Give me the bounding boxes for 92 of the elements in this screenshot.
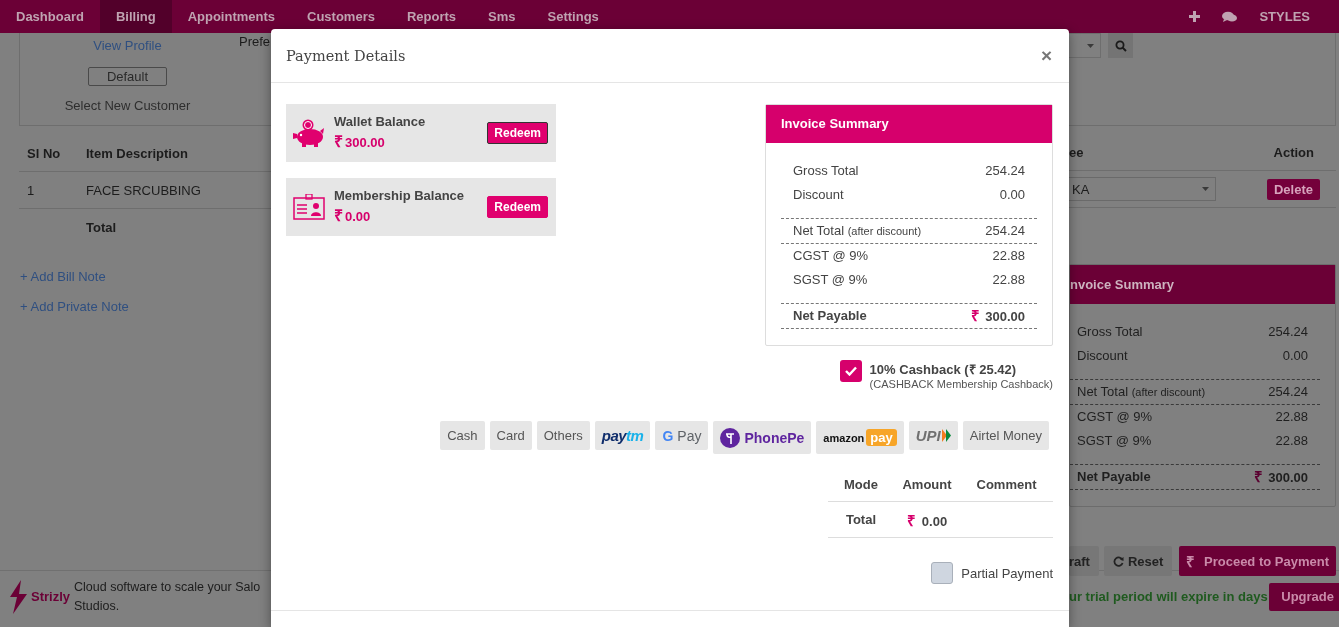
- summary-value: 22.88: [1275, 432, 1308, 450]
- summary-label: SGST @ 9%: [793, 271, 868, 289]
- redeem-button[interactable]: Redeem: [487, 122, 548, 144]
- summary-header: Invoice Summary: [766, 105, 1052, 143]
- arrow-logo-icon: [941, 429, 951, 442]
- summary-value: ₹ 300.00: [1254, 467, 1308, 487]
- summary-value: 22.88: [992, 247, 1025, 265]
- summary-header: nvoice Summary: [1070, 265, 1335, 304]
- balance-label: Wallet Balance: [334, 114, 426, 129]
- plus-icon[interactable]: [1189, 11, 1201, 22]
- payment-method-button[interactable]: Card: [489, 421, 532, 450]
- balance-label: Membership Balance: [334, 188, 465, 203]
- payment-method-button[interactable]: Airtel Money: [962, 421, 1049, 450]
- summary-value: 0.00: [1282, 347, 1308, 365]
- payment-method-button[interactable]: G Pay: [655, 421, 709, 450]
- delete-button[interactable]: Delete: [1266, 178, 1320, 200]
- dialog-title: Payment Details: [286, 47, 406, 64]
- default-button[interactable]: Default: [88, 67, 167, 86]
- summary-value: 22.88: [992, 271, 1025, 289]
- column-header: Sl No: [19, 135, 78, 172]
- close-button[interactable]: ×: [1038, 46, 1054, 65]
- summary-label: Gross Total: [793, 162, 859, 180]
- summary-label: Net Payable: [793, 307, 867, 325]
- summary-label: Net Total (after discount): [793, 222, 922, 240]
- total-label: Total: [828, 501, 894, 538]
- piggy-bank-icon: [293, 119, 325, 147]
- summary-label: Discount: [1077, 347, 1128, 365]
- styles-link[interactable]: STYLES: [1259, 9, 1310, 24]
- nav-tab[interactable]: Settings: [531, 0, 615, 33]
- summary-label: CGST @ 9%: [1077, 408, 1153, 426]
- table-cell: 1: [19, 171, 78, 209]
- summary-label: Discount: [793, 186, 844, 204]
- select-field[interactable]: [1069, 33, 1101, 58]
- id-card-icon: [293, 194, 325, 220]
- save-draft-button[interactable]: raft: [1069, 546, 1099, 576]
- refresh-icon: [1112, 555, 1124, 567]
- summary-value: 0.00: [999, 186, 1025, 204]
- checkbox[interactable]: [839, 360, 862, 382]
- nav-tab[interactable]: Reports: [390, 0, 473, 33]
- payment-method-button[interactable]: Others: [536, 421, 590, 450]
- cashback-detail: (CASHBACK Membership Cashback): [869, 378, 1053, 390]
- summary-label: CGST @ 9%: [793, 247, 869, 265]
- nav-tab[interactable]: Sms: [472, 0, 532, 33]
- field-label: Prefe: [239, 33, 271, 51]
- circle-logo-icon: [720, 427, 741, 448]
- summary-value: 254.24: [985, 222, 1025, 240]
- search-icon: [1114, 39, 1127, 52]
- partial-payment-label: Partial Payment: [961, 565, 1053, 581]
- brand-logo: Strizly: [8, 579, 70, 614]
- summary-label: SGST @ 9%: [1077, 432, 1152, 450]
- summary-label: Gross Total: [1077, 323, 1143, 341]
- payment-method-button[interactable]: Cash: [440, 421, 485, 450]
- payment-method-button[interactable]: paytm: [594, 421, 651, 450]
- column-header: Mode: [828, 468, 894, 502]
- redeem-button[interactable]: Redeem: [487, 196, 548, 218]
- summary-label: Net Payable: [1077, 468, 1151, 486]
- chat-icon[interactable]: [1222, 10, 1238, 23]
- column-header: Comment: [960, 468, 1053, 502]
- summary-value: 254.24: [1268, 383, 1308, 401]
- check-icon: [844, 366, 857, 376]
- balance-amount: ₹0.00: [334, 206, 372, 226]
- column-header: Action: [1273, 145, 1314, 160]
- reset-button[interactable]: Reset: [1103, 546, 1173, 576]
- caret-icon: [1087, 43, 1094, 48]
- employee-select[interactable]: KA: [1069, 177, 1216, 201]
- cashback-label: 10% Cashback (₹ 25.42): [869, 361, 1018, 378]
- tagline-text: Cloud software to scale your Salo Studios.: [74, 578, 261, 615]
- total-amount: ₹ 0.00: [894, 501, 960, 538]
- summary-value: ₹ 300.00: [971, 306, 1025, 326]
- select-customer-link[interactable]: Select New Customer: [64, 98, 191, 114]
- search-button[interactable]: [1108, 33, 1133, 58]
- checkbox[interactable]: [931, 562, 954, 584]
- summary-value: 22.88: [1275, 408, 1308, 426]
- column-header: ee: [1069, 145, 1084, 160]
- proceed-to-payment-button[interactable]: ₹ Proceed to Payment: [1179, 546, 1336, 576]
- summary-value: 254.24: [985, 162, 1025, 180]
- total-label: Total: [78, 208, 271, 245]
- summary-value: 254.24: [1268, 323, 1308, 341]
- bolt-icon: [8, 579, 28, 614]
- summary-label: Net Total (after discount): [1077, 383, 1206, 401]
- upgrade-button[interactable]: Upgrade: [1269, 582, 1339, 611]
- trial-message: ur trial period will expire in days: [1069, 589, 1268, 604]
- payment-method-button[interactable]: UPI: [908, 421, 958, 450]
- nav-tab[interactable]: Appointments: [171, 0, 291, 33]
- caret-icon: [1202, 187, 1209, 191]
- nav-tab[interactable]: Customers: [291, 0, 391, 33]
- nav-tab[interactable]: Dashboard: [0, 0, 100, 33]
- payment-method-button[interactable]: amazon pay: [816, 421, 904, 454]
- nav-tab[interactable]: Billing: [99, 0, 172, 33]
- column-header: Amount: [894, 468, 960, 502]
- balance-amount: ₹300.00: [334, 132, 386, 152]
- payment-method-button[interactable]: PhonePe: [713, 421, 812, 454]
